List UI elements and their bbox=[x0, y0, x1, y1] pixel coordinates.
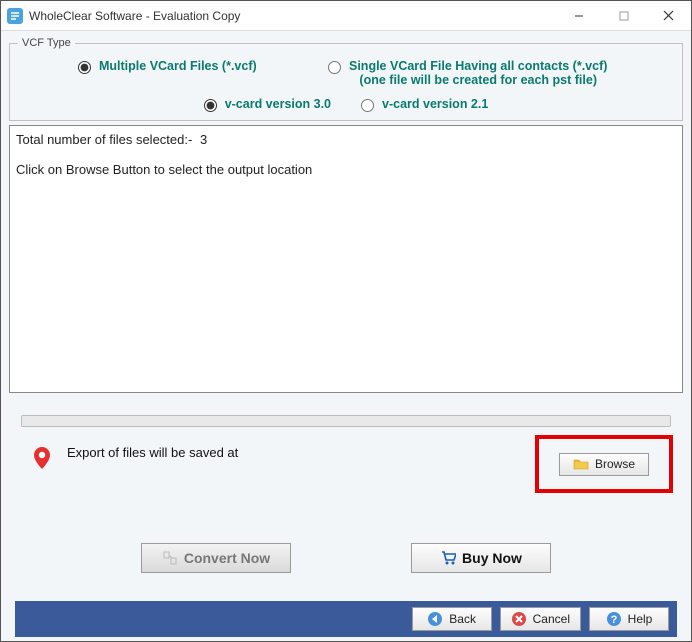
cancel-button-label: Cancel bbox=[533, 612, 570, 626]
log-instruction: Click on Browse Button to select the out… bbox=[16, 160, 676, 180]
radio-version-30[interactable]: v-card version 3.0 bbox=[204, 97, 331, 112]
minimize-button[interactable] bbox=[556, 1, 601, 31]
radio-single-vcard[interactable]: Single VCard File Having all contacts (*… bbox=[328, 59, 674, 87]
back-button[interactable]: Back bbox=[412, 607, 492, 631]
titlebar: WholeClear Software - Evaluation Copy bbox=[1, 1, 691, 31]
buy-now-label: Buy Now bbox=[462, 550, 522, 566]
help-button[interactable]: ? Help bbox=[589, 607, 669, 631]
radio-single-vcard-input[interactable] bbox=[328, 61, 341, 74]
radio-version-30-label: v-card version 3.0 bbox=[225, 97, 331, 111]
vcf-type-legend: VCF Type bbox=[18, 37, 75, 49]
browse-highlight-box: Browse bbox=[535, 435, 673, 493]
window-title: WholeClear Software - Evaluation Copy bbox=[29, 9, 556, 23]
cancel-button[interactable]: Cancel bbox=[500, 607, 581, 631]
close-button[interactable] bbox=[646, 1, 691, 31]
maximize-button[interactable] bbox=[601, 1, 646, 31]
cancel-icon bbox=[511, 611, 527, 627]
browse-button[interactable]: Browse bbox=[559, 453, 649, 476]
progress-bar bbox=[21, 415, 671, 427]
radio-multiple-vcard-label: Multiple VCard Files (*.vcf) bbox=[99, 59, 257, 73]
radio-multiple-vcard-input[interactable] bbox=[78, 61, 91, 74]
radio-version-21[interactable]: v-card version 2.1 bbox=[361, 97, 488, 112]
log-area: Total number of files selected:- 3 Click… bbox=[9, 125, 683, 393]
radio-version-21-input[interactable] bbox=[361, 99, 374, 112]
nav-bar: Back Cancel ? Help bbox=[15, 601, 677, 637]
radio-version-30-input[interactable] bbox=[204, 99, 217, 112]
convert-now-button[interactable]: Convert Now bbox=[141, 543, 291, 573]
log-total-value: 3 bbox=[200, 130, 207, 150]
buy-now-button[interactable]: Buy Now bbox=[411, 543, 551, 573]
folder-icon bbox=[573, 456, 589, 472]
radio-multiple-vcard[interactable]: Multiple VCard Files (*.vcf) bbox=[18, 59, 328, 74]
radio-version-21-label: v-card version 2.1 bbox=[382, 97, 488, 111]
svg-text:?: ? bbox=[610, 614, 617, 626]
log-total-line: Total number of files selected:- 3 bbox=[16, 130, 676, 150]
export-row: Export of files will be saved at Browse bbox=[15, 433, 677, 499]
radio-single-vcard-label: Single VCard File Having all contacts (*… bbox=[349, 59, 607, 87]
back-button-label: Back bbox=[449, 612, 476, 626]
app-logo-icon bbox=[7, 8, 23, 24]
back-arrow-icon bbox=[427, 611, 443, 627]
vcf-type-group: VCF Type Multiple VCard Files (*.vcf) Si… bbox=[9, 37, 683, 121]
help-button-label: Help bbox=[628, 612, 653, 626]
help-icon: ? bbox=[606, 611, 622, 627]
location-pin-icon bbox=[31, 445, 53, 471]
convert-now-label: Convert Now bbox=[184, 550, 270, 566]
convert-icon bbox=[162, 550, 178, 566]
browse-button-label: Browse bbox=[595, 457, 635, 471]
cart-icon bbox=[440, 550, 456, 566]
